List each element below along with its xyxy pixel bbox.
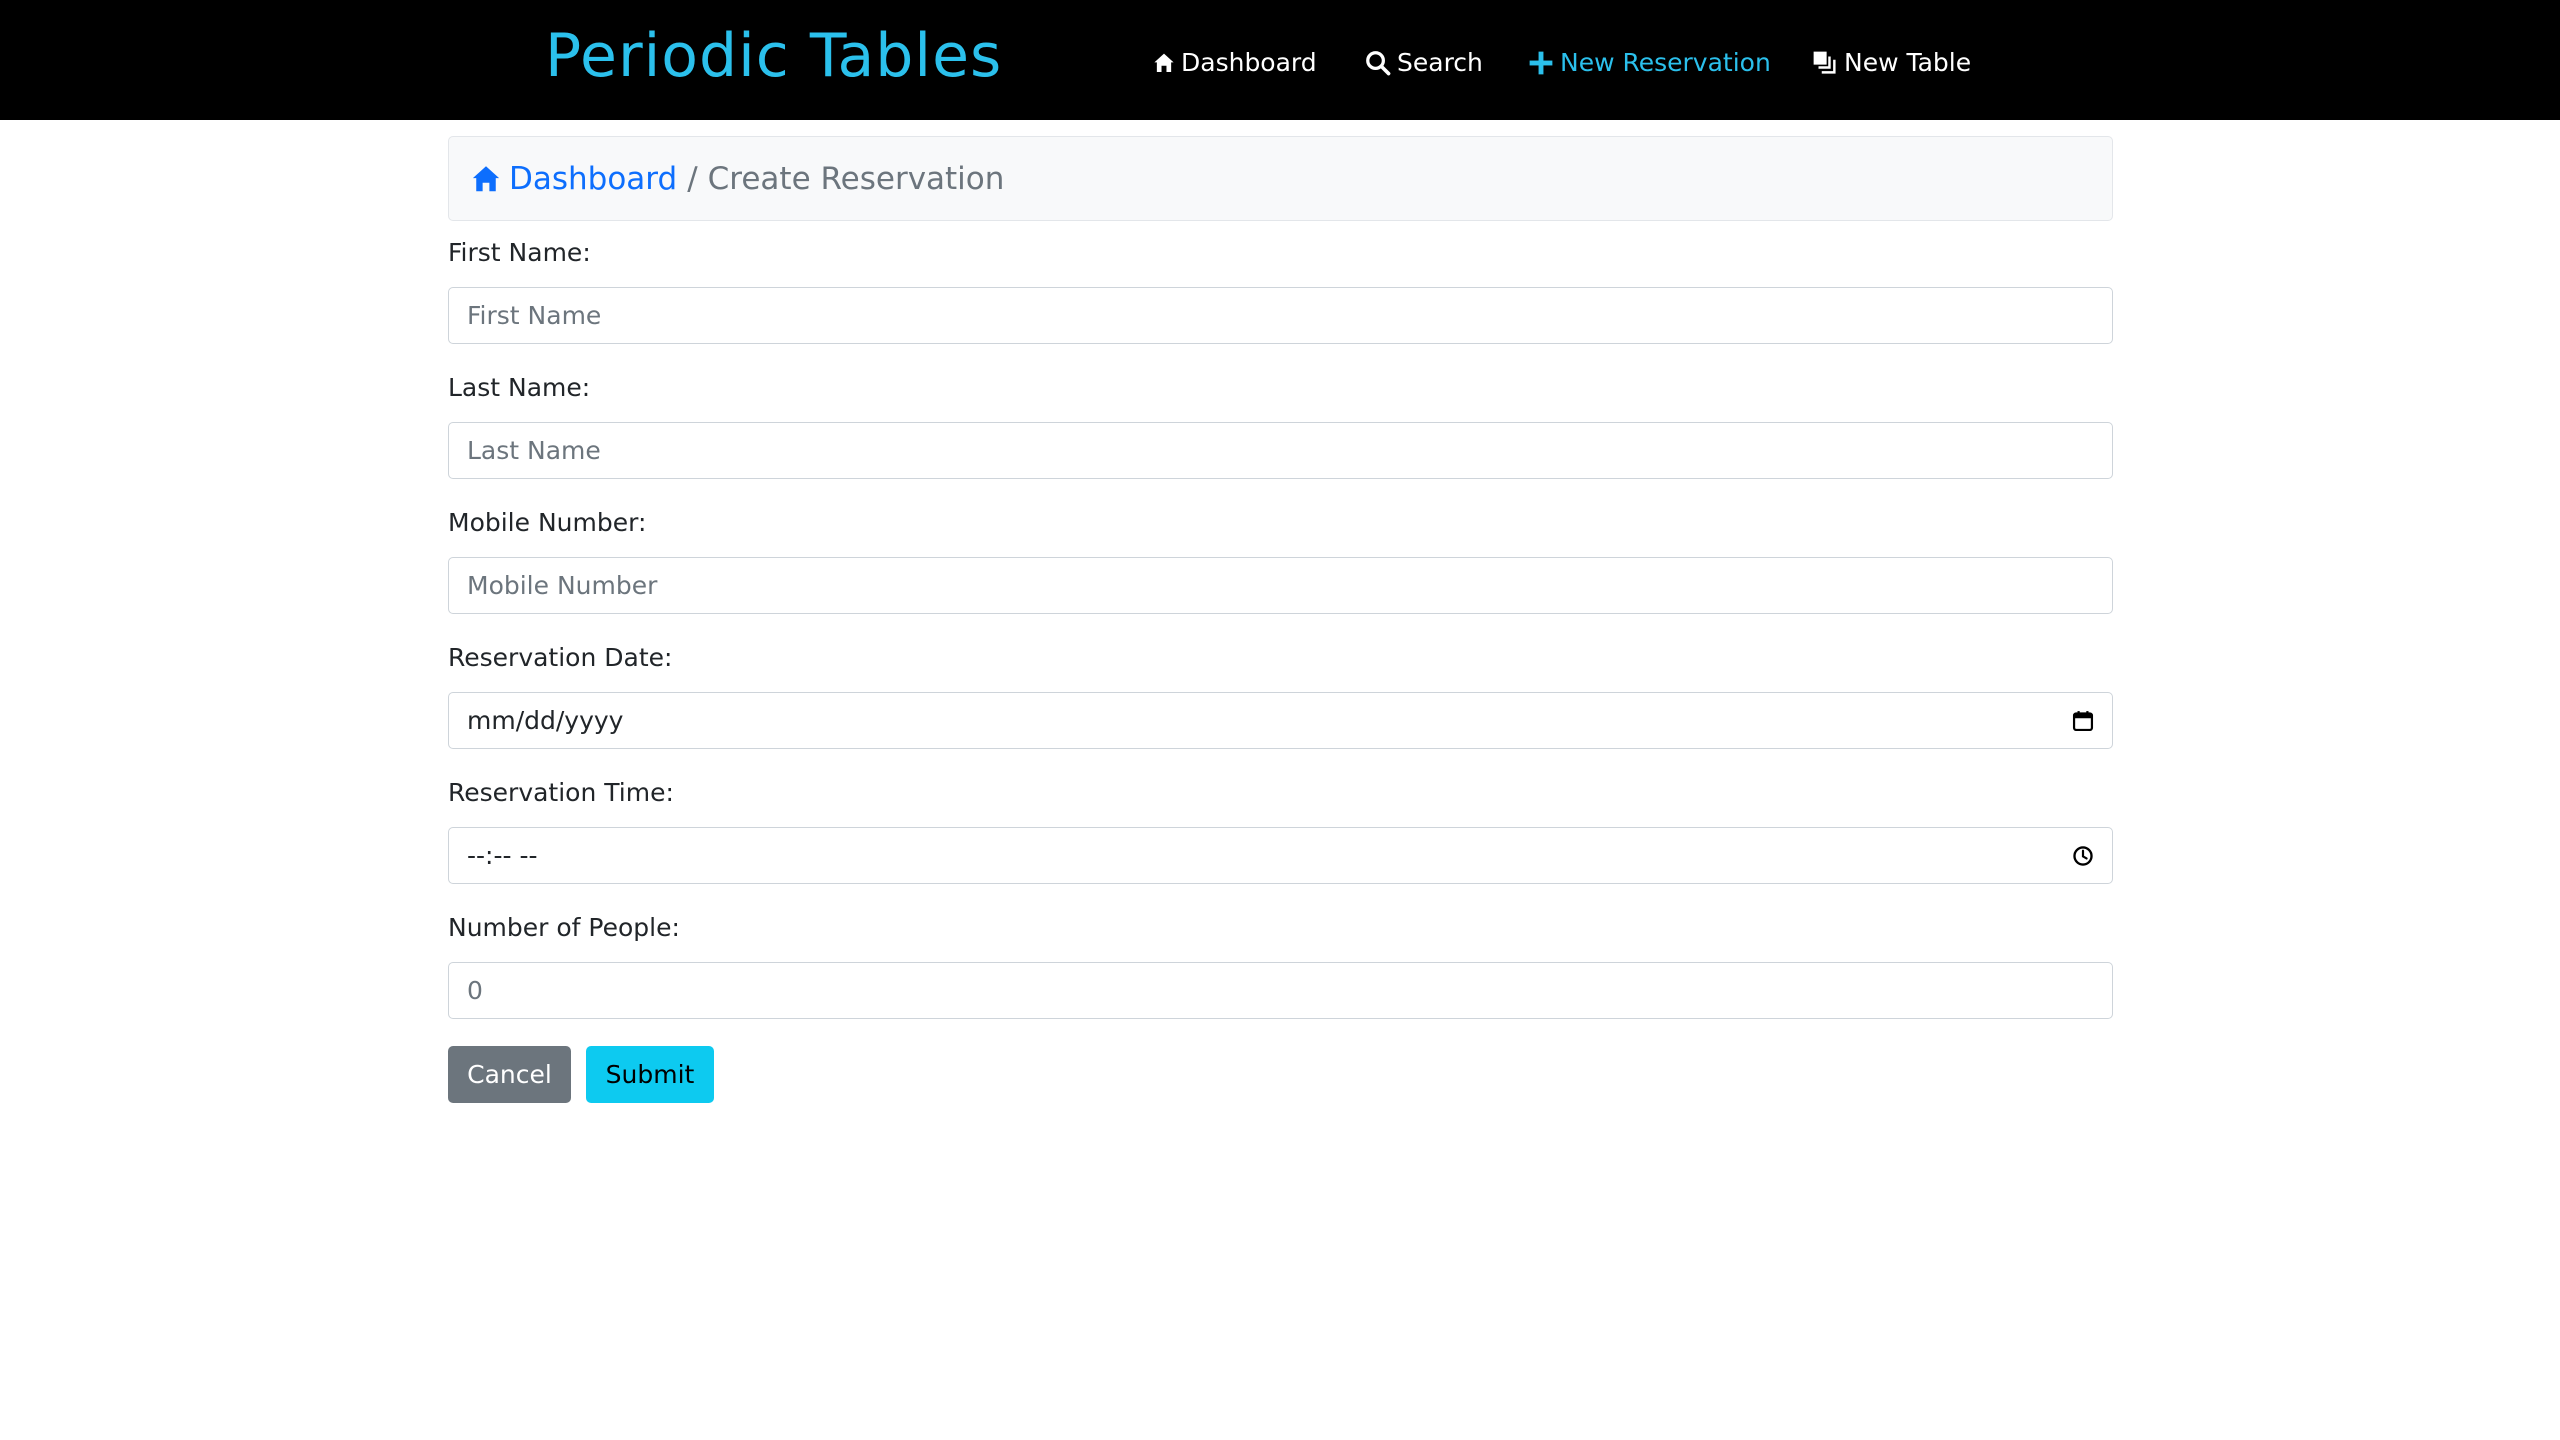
brand-title[interactable]: Periodic Tables xyxy=(545,16,1002,96)
breadcrumb-separator: / xyxy=(687,160,698,197)
nav-new-reservation[interactable]: New Reservation xyxy=(1528,40,1771,85)
submit-button[interactable]: Submit xyxy=(586,1046,714,1103)
search-icon xyxy=(1366,50,1391,75)
mobile-number-input[interactable] xyxy=(448,557,2113,614)
nav-search-label: Search xyxy=(1397,48,1483,77)
reservation-time-label: Reservation Time: xyxy=(448,778,674,807)
breadcrumb-dashboard-link[interactable]: Dashboard xyxy=(471,161,677,197)
nav-search[interactable]: Search xyxy=(1365,40,1483,85)
reservation-time-input[interactable]: --:-- -- xyxy=(448,827,2113,884)
breadcrumb-current: Create Reservation xyxy=(707,160,1005,197)
reservation-date-label: Reservation Date: xyxy=(448,643,673,672)
plus-icon xyxy=(1529,51,1553,74)
nav-new-reservation-label: New Reservation xyxy=(1560,48,1771,77)
number-of-people-label: Number of People: xyxy=(448,913,680,942)
top-navbar: Periodic Tables Dashboard Search New Res… xyxy=(0,0,2560,120)
number-of-people-input[interactable]: 0 xyxy=(448,962,2113,1019)
calendar-icon[interactable] xyxy=(2072,710,2094,732)
home-icon xyxy=(1154,53,1174,72)
home-icon xyxy=(472,165,500,191)
reservation-date-placeholder: mm/dd/yyyy xyxy=(467,706,624,735)
last-name-label: Last Name: xyxy=(448,373,591,402)
breadcrumb-dashboard-label: Dashboard xyxy=(509,160,678,197)
nav-new-table-label: New Table xyxy=(1844,48,1972,77)
first-name-input[interactable] xyxy=(448,287,2113,344)
last-name-input[interactable] xyxy=(448,422,2113,479)
clock-icon[interactable] xyxy=(2072,845,2094,867)
breadcrumb: Dashboard / Create Reservation xyxy=(448,136,2113,221)
reservation-date-input[interactable]: mm/dd/yyyy xyxy=(448,692,2113,749)
first-name-label: First Name: xyxy=(448,238,591,267)
nav-new-table[interactable]: New Table xyxy=(1812,40,1971,85)
reservation-time-placeholder: --:-- -- xyxy=(467,841,538,870)
nav-dashboard-label: Dashboard xyxy=(1181,48,1317,77)
number-of-people-value: 0 xyxy=(467,976,483,1005)
cancel-button[interactable]: Cancel xyxy=(448,1046,571,1103)
mobile-number-label: Mobile Number: xyxy=(448,508,647,537)
table-icon xyxy=(1813,51,1836,74)
nav-dashboard[interactable]: Dashboard xyxy=(1153,40,1317,85)
